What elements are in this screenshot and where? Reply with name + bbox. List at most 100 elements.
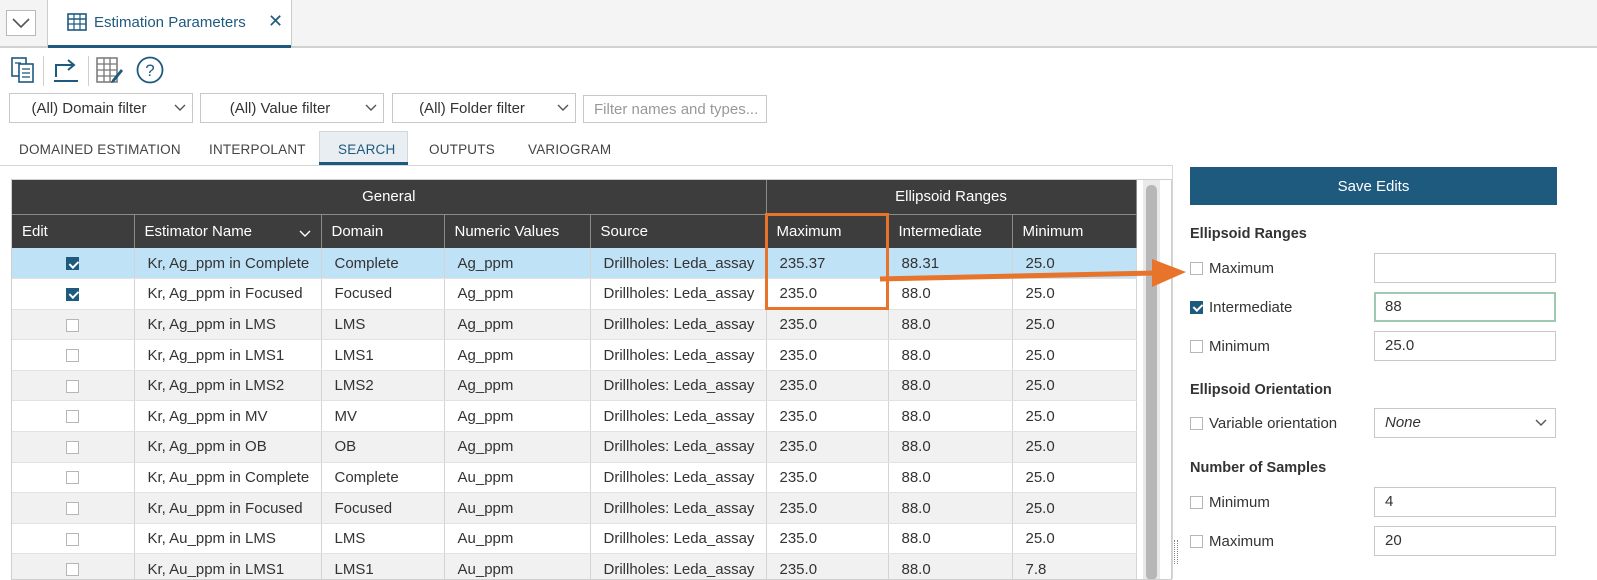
minimum-cell: 25.0 bbox=[1012, 339, 1137, 371]
edit-cell[interactable] bbox=[12, 248, 135, 280]
table-row[interactable]: Kr, Au_ppm in Complete Complete Au_ppm Dril… bbox=[12, 462, 1137, 494]
source-cell: Drillholes: Leda_assay bbox=[590, 400, 767, 433]
scrollbar-thumb[interactable] bbox=[1146, 185, 1157, 580]
intermediate-cell: 88.0 bbox=[888, 431, 1013, 463]
tab-variogram[interactable]: VARIOGRAM bbox=[528, 142, 611, 157]
column-header-source[interactable]: Source bbox=[590, 214, 767, 248]
close-icon[interactable]: ✕ bbox=[268, 11, 283, 32]
sort-chevron-icon[interactable] bbox=[299, 226, 311, 243]
number-of-samples-heading: Number of Samples bbox=[1190, 460, 1327, 476]
value-filter-select[interactable]: (All) Value filter bbox=[200, 93, 384, 123]
chevron-down-icon bbox=[1535, 415, 1547, 433]
table-row[interactable]: Kr, Ag_ppm in OB OB Ag_ppm Drillholes: Leda… bbox=[12, 431, 1137, 463]
save-edits-button[interactable]: Save Edits bbox=[1190, 167, 1557, 205]
samples-minimum-input[interactable]: 4 bbox=[1374, 487, 1556, 517]
maximum-cell: 235.0 bbox=[766, 523, 889, 555]
edit-checkbox[interactable] bbox=[66, 502, 80, 516]
source-cell: Drillholes: Leda_assay bbox=[590, 523, 767, 555]
domain-filter-select[interactable]: (All) Domain filter bbox=[9, 93, 193, 123]
intermediate-cell: 88.0 bbox=[888, 553, 1013, 580]
column-header-minimum[interactable]: Minimum bbox=[1012, 214, 1137, 248]
edit-checkbox[interactable] bbox=[66, 563, 80, 577]
edit-cell[interactable] bbox=[12, 370, 135, 402]
samples-maximum-input[interactable]: 20 bbox=[1374, 526, 1556, 556]
folder-filter-label: (All) Folder filter bbox=[419, 100, 525, 117]
tab-domained-estimation[interactable]: DOMAINED ESTIMATION bbox=[19, 142, 181, 157]
edit-cell[interactable] bbox=[12, 553, 135, 580]
ellipsoid-intermediate-input[interactable]: 88 bbox=[1374, 292, 1556, 322]
ellipsoid-intermediate-label: Intermediate bbox=[1209, 298, 1293, 316]
folder-filter-select[interactable]: (All) Folder filter bbox=[392, 93, 576, 123]
edit-cell[interactable] bbox=[12, 278, 135, 310]
table-row[interactable]: Kr, Au_ppm in LMS1 LMS1 Au_ppm Drillholes: … bbox=[12, 553, 1137, 580]
numeric-values-cell: Au_ppm bbox=[444, 462, 591, 494]
edit-checkbox[interactable] bbox=[66, 318, 80, 332]
edit-cell[interactable] bbox=[12, 523, 135, 555]
edit-cell[interactable] bbox=[12, 462, 135, 494]
table-row[interactable]: Kr, Ag_ppm in LMS1 LMS1 Ag_ppm Drillholes: … bbox=[12, 339, 1137, 371]
variable-orientation-checkbox[interactable] bbox=[1190, 416, 1203, 430]
maximum-cell: 235.0 bbox=[766, 339, 889, 371]
copy-icon[interactable] bbox=[7, 54, 39, 86]
column-header-domain[interactable]: Domain bbox=[321, 214, 445, 248]
column-header-estimator-name[interactable]: Estimator Name bbox=[134, 214, 322, 248]
column-header-intermediate[interactable]: Intermediate bbox=[888, 214, 1013, 248]
edit-checkbox[interactable] bbox=[66, 349, 80, 363]
column-header-edit[interactable]: Edit bbox=[12, 214, 135, 248]
ellipsoid-min-row: Minimum bbox=[1190, 333, 1270, 359]
tab-estimation-parameters[interactable]: Estimation Parameters ✕ bbox=[47, 0, 292, 48]
ellipsoid-minimum-input[interactable]: 25.0 bbox=[1374, 331, 1556, 361]
table-row[interactable]: Kr, Au_ppm in Focused Focused Au_ppm Drillh… bbox=[12, 492, 1137, 524]
splitter-grip-icon[interactable] bbox=[1174, 540, 1178, 564]
samples-maximum-checkbox[interactable] bbox=[1190, 534, 1203, 548]
intermediate-cell: 88.0 bbox=[888, 370, 1013, 402]
samples-max-row: Maximum bbox=[1190, 528, 1274, 554]
variable-orientation-select[interactable]: None bbox=[1374, 408, 1556, 438]
minimum-cell: 25.0 bbox=[1012, 462, 1137, 494]
samples-minimum-checkbox[interactable] bbox=[1190, 495, 1203, 509]
edit-cell[interactable] bbox=[12, 309, 135, 341]
estimator-name-cell: Kr, Ag_ppm in Focused bbox=[134, 278, 322, 310]
edit-checkbox[interactable] bbox=[66, 440, 80, 454]
edit-cell[interactable] bbox=[12, 339, 135, 371]
edit-checkbox[interactable] bbox=[66, 257, 80, 271]
edit-checkbox[interactable] bbox=[66, 532, 80, 546]
numeric-values-cell: Ag_ppm bbox=[444, 370, 591, 402]
export-icon[interactable] bbox=[50, 54, 82, 86]
table-row[interactable]: Kr, Au_ppm in LMS LMS Au_ppm Drillholes: Le… bbox=[12, 523, 1137, 555]
collapse-panel-button[interactable] bbox=[6, 10, 36, 36]
toolbar-separator bbox=[88, 56, 89, 86]
table-row[interactable]: Kr, Ag_ppm in LMS LMS Ag_ppm Drillholes: Le… bbox=[12, 309, 1137, 341]
tab-search[interactable]: SEARCH bbox=[338, 142, 395, 157]
domain-cell: Focused bbox=[321, 278, 445, 310]
ellipsoid-minimum-checkbox[interactable] bbox=[1190, 339, 1203, 353]
help-icon[interactable]: ? bbox=[134, 54, 166, 86]
samples-maximum-label: Maximum bbox=[1209, 532, 1275, 550]
filter-search-input[interactable]: Filter names and types... bbox=[583, 95, 767, 123]
edit-checkbox[interactable] bbox=[66, 410, 80, 424]
domain-cell: LMS bbox=[321, 309, 445, 341]
table-row[interactable]: Kr, Ag_ppm in LMS2 LMS2 Ag_ppm Drillholes: … bbox=[12, 370, 1137, 402]
domain-cell: LMS1 bbox=[321, 553, 445, 580]
maximum-cell: 235.0 bbox=[766, 492, 889, 524]
panel-splitter[interactable] bbox=[1172, 165, 1173, 579]
ellipsoid-maximum-input[interactable] bbox=[1374, 253, 1556, 283]
edit-cell[interactable] bbox=[12, 431, 135, 463]
source-cell: Drillholes: Leda_assay bbox=[590, 553, 767, 580]
edit-table-icon[interactable] bbox=[93, 54, 125, 86]
edit-checkbox[interactable] bbox=[66, 471, 80, 485]
edit-checkbox[interactable] bbox=[66, 287, 80, 301]
ellipsoid-maximum-checkbox[interactable] bbox=[1190, 261, 1203, 275]
column-header-numeric-values[interactable]: Numeric Values bbox=[444, 214, 591, 248]
ellipsoid-intermediate-checkbox[interactable] bbox=[1190, 300, 1203, 314]
edit-cell[interactable] bbox=[12, 400, 135, 433]
source-cell: Drillholes: Leda_assay bbox=[590, 462, 767, 494]
tab-interpolant[interactable]: INTERPOLANT bbox=[209, 142, 306, 157]
table-row[interactable]: Kr, Ag_ppm in MV MV Ag_ppm Drillholes: Leda… bbox=[12, 400, 1137, 433]
source-cell: Drillholes: Leda_assay bbox=[590, 492, 767, 524]
tab-outputs[interactable]: OUTPUTS bbox=[429, 142, 495, 157]
variable-orientation-label: Variable orientation bbox=[1209, 414, 1338, 432]
edit-checkbox[interactable] bbox=[66, 379, 80, 393]
edit-cell[interactable] bbox=[12, 492, 135, 524]
table-icon bbox=[67, 13, 87, 36]
